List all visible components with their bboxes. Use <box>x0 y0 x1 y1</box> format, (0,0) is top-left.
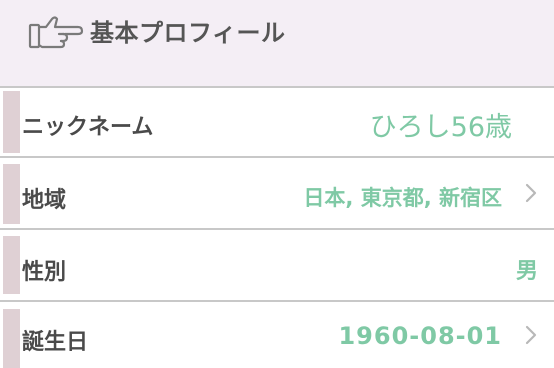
region-row[interactable]: 地域 日本, 東京都, 新宿区 <box>0 158 554 228</box>
nickname-row: ニックネーム ひろし56歳 <box>0 88 554 156</box>
row-accent-bar <box>3 236 20 294</box>
chevron-right-icon <box>525 183 537 203</box>
row-accent-bar <box>3 164 20 224</box>
gender-label: 性別 <box>22 260 67 285</box>
nickname-value: ひろし56歳 <box>369 112 512 143</box>
chevron-right-icon <box>525 325 537 345</box>
profile-section-header: 基本プロフィール <box>0 0 554 86</box>
nickname-label: ニックネーム <box>22 115 154 140</box>
pointing-hand-icon <box>28 16 84 49</box>
section-title: 基本プロフィール <box>90 19 286 47</box>
row-accent-bar <box>3 91 20 153</box>
gender-row: 性別 男 <box>0 230 554 300</box>
row-accent-bar <box>3 309 20 368</box>
region-label: 地域 <box>22 188 67 213</box>
birthday-value: 1960-08-01 <box>338 322 502 350</box>
region-value: 日本, 東京都, 新宿区 <box>303 186 502 210</box>
profile-screen: 基本プロフィール ニックネーム ひろし56歳 地域 日本, 東京都, 新宿区 性… <box>0 0 554 368</box>
birthday-label: 誕生日 <box>22 330 89 355</box>
birthday-row[interactable]: 誕生日 1960-08-01 <box>0 302 554 368</box>
gender-value: 男 <box>515 259 538 284</box>
